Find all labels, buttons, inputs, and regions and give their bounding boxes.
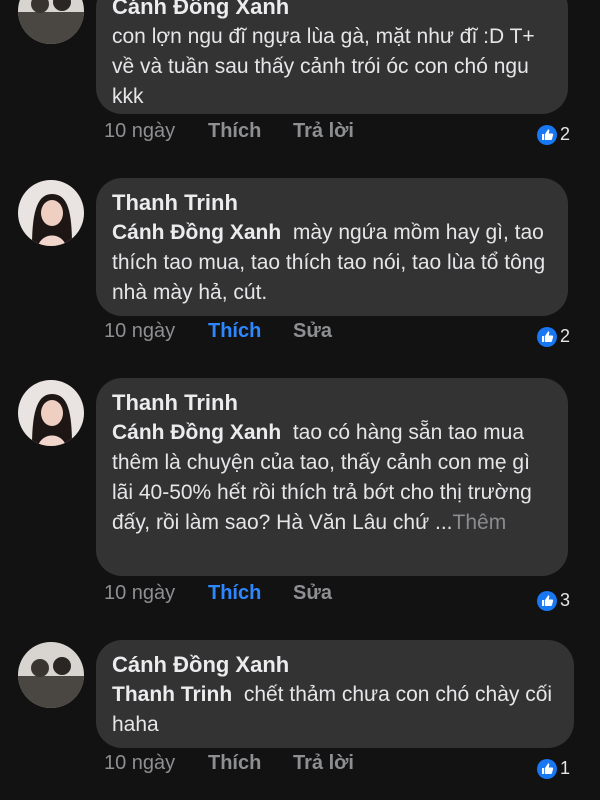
comment-actions: 10 ngày Thích Trả lời bbox=[104, 752, 354, 775]
reaction-count[interactable]: 3 bbox=[536, 590, 570, 611]
reaction-count[interactable]: 2 bbox=[536, 326, 570, 347]
comment-text: con lợn ngu đĩ ngựa lùa gà, mặt như đĩ :… bbox=[112, 25, 535, 108]
comment-bubble: Cánh Đồng Xanh Thanh Trinh chết thảm chư… bbox=[96, 640, 574, 748]
reply-button[interactable]: Trả lời bbox=[293, 752, 354, 775]
comment-time[interactable]: 10 ngày bbox=[104, 320, 208, 343]
mention-tag[interactable]: Thanh Trinh bbox=[112, 683, 232, 706]
avatar[interactable] bbox=[18, 180, 84, 246]
comment-author[interactable]: Thanh Trinh bbox=[112, 388, 550, 418]
comment-actions: 10 ngày Thích Sửa bbox=[104, 582, 332, 605]
comment-time[interactable]: 10 ngày bbox=[104, 120, 208, 143]
reaction-number: 1 bbox=[559, 758, 570, 778]
like-button[interactable]: Thích bbox=[208, 320, 293, 343]
mention-tag[interactable]: Cánh Đồng Xanh bbox=[112, 221, 281, 244]
like-thumb-icon bbox=[536, 326, 557, 347]
edit-button[interactable]: Sửa bbox=[293, 320, 332, 343]
reaction-number: 3 bbox=[559, 590, 570, 610]
see-more-link[interactable]: Thêm bbox=[453, 511, 507, 534]
like-button[interactable]: Thích bbox=[208, 120, 293, 143]
reaction-count[interactable]: 1 bbox=[536, 758, 570, 779]
reply-button[interactable]: Trả lời bbox=[293, 120, 354, 143]
comment-time[interactable]: 10 ngày bbox=[104, 582, 208, 605]
comment-actions: 10 ngày Thích Trả lời bbox=[104, 120, 354, 143]
mention-tag[interactable]: Cánh Đồng Xanh bbox=[112, 421, 281, 444]
avatar[interactable] bbox=[18, 642, 84, 708]
comment-time[interactable]: 10 ngày bbox=[104, 752, 208, 775]
comment-text: Cánh Đồng Xanh tao có hàng sẵn tao mua t… bbox=[112, 418, 550, 538]
comment-actions: 10 ngày Thích Sửa bbox=[104, 320, 332, 343]
like-button[interactable]: Thích bbox=[208, 582, 293, 605]
comment-bubble: Thanh Trinh Cánh Đồng Xanh mày ngứa mồm … bbox=[96, 178, 568, 316]
avatar[interactable] bbox=[18, 380, 84, 446]
edit-button[interactable]: Sửa bbox=[293, 582, 332, 605]
comment-author[interactable]: Cánh Đồng Xanh bbox=[112, 0, 550, 22]
comment-author[interactable]: Thanh Trinh bbox=[112, 188, 550, 218]
like-thumb-icon bbox=[536, 590, 557, 611]
comment-text: Cánh Đồng Xanh mày ngứa mồm hay gì, tao … bbox=[112, 218, 550, 308]
comment-text: Thanh Trinh chết thảm chưa con chó chày … bbox=[112, 680, 556, 740]
like-thumb-icon bbox=[536, 124, 557, 145]
comment-bubble: Cánh Đồng Xanh con lợn ngu đĩ ngựa lùa g… bbox=[96, 0, 568, 114]
like-thumb-icon bbox=[536, 758, 557, 779]
avatar[interactable] bbox=[18, 0, 84, 44]
like-button[interactable]: Thích bbox=[208, 752, 293, 775]
reaction-number: 2 bbox=[559, 326, 570, 346]
reaction-number: 2 bbox=[559, 124, 570, 144]
comment-author[interactable]: Cánh Đồng Xanh bbox=[112, 650, 556, 680]
comment-bubble: Thanh Trinh Cánh Đồng Xanh tao có hàng s… bbox=[96, 378, 568, 576]
reaction-count[interactable]: 2 bbox=[536, 124, 570, 145]
